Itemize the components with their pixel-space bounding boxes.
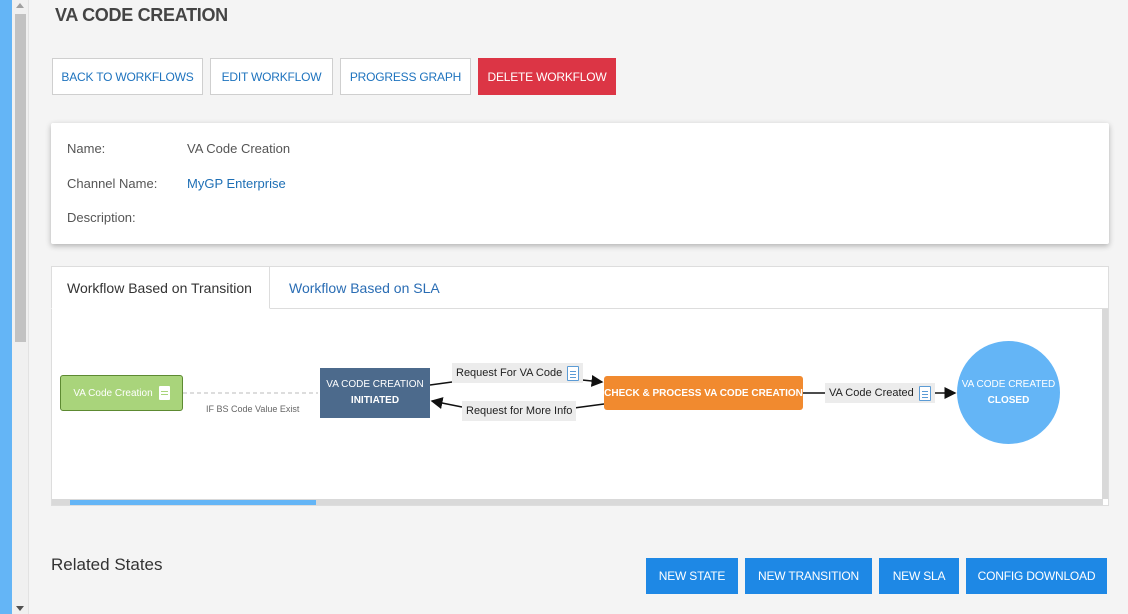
workflow-diagram-canvas[interactable]: VA Code Creation IF BS Code Value Exist … bbox=[52, 309, 1103, 499]
description-label: Description: bbox=[67, 210, 136, 225]
node-closed-title: VA CODE CREATED bbox=[961, 378, 1056, 390]
diagram-scroll-thumb[interactable] bbox=[70, 500, 316, 505]
node-initiated[interactable]: VA CODE CREATION INITIATED bbox=[320, 368, 430, 418]
node-closed[interactable]: VA CODE CREATED CLOSED bbox=[957, 341, 1060, 444]
related-states-title: Related States bbox=[51, 555, 163, 574]
edge-request-text: Request For VA Code bbox=[456, 367, 563, 379]
edge-condition-label: IF BS Code Value Exist bbox=[206, 404, 300, 414]
name-value: VA Code Creation bbox=[187, 141, 291, 156]
document-icon bbox=[158, 386, 170, 400]
diagram-vertical-scrollbar[interactable] bbox=[1102, 309, 1108, 499]
tab-workflow-sla[interactable]: Workflow Based on SLA bbox=[274, 266, 455, 309]
workflow-tabs-panel: Workflow Based on Transition Workflow Ba… bbox=[51, 266, 1109, 506]
node-start-label: VA Code Creation bbox=[73, 387, 153, 399]
edge-request-left bbox=[429, 381, 453, 386]
back-to-workflows-button[interactable]: BACK TO WORKFLOWS bbox=[52, 58, 203, 95]
edge-label-created[interactable]: VA Code Created bbox=[825, 383, 935, 403]
new-state-button[interactable]: NEW STATE bbox=[646, 558, 738, 594]
page-title: VA CODE CREATION bbox=[55, 5, 228, 25]
scroll-down-icon[interactable] bbox=[16, 606, 24, 611]
edge-label-request[interactable]: Request For VA Code bbox=[452, 363, 584, 383]
config-download-button[interactable]: CONFIG DOWNLOAD bbox=[966, 558, 1107, 594]
edge-request-right bbox=[581, 374, 604, 387]
file-icon bbox=[567, 365, 580, 381]
tab-workflow-transition[interactable]: Workflow Based on Transition bbox=[51, 266, 270, 309]
workflow-info-card: Name: VA Code Creation Channel Name: MyG… bbox=[51, 123, 1109, 244]
node-initiated-title: VA CODE CREATION bbox=[326, 379, 424, 390]
edge-more-info-text: Request for More Info bbox=[466, 405, 573, 417]
node-initiated-status: INITIATED bbox=[350, 395, 400, 406]
delete-workflow-button[interactable]: DELETE WORKFLOW bbox=[478, 58, 616, 95]
page-scrollbar[interactable] bbox=[12, 0, 29, 614]
edge-moreinfo-left bbox=[430, 397, 463, 409]
name-label: Name: bbox=[67, 141, 106, 156]
left-accent-strip bbox=[0, 0, 12, 614]
file-icon bbox=[918, 385, 931, 401]
node-va-code-creation[interactable]: VA Code Creation bbox=[60, 375, 183, 411]
node-closed-status: CLOSED bbox=[987, 394, 1030, 406]
edit-workflow-button[interactable]: EDIT WORKFLOW bbox=[210, 58, 333, 95]
scroll-thumb[interactable] bbox=[15, 14, 26, 342]
progress-graph-button[interactable]: PROGRESS GRAPH bbox=[340, 58, 471, 95]
edge-label-more-info[interactable]: Request for More Info bbox=[462, 401, 577, 421]
node-check-process[interactable]: CHECK & PROCESS VA CODE CREATION bbox=[604, 376, 803, 410]
new-sla-button[interactable]: NEW SLA bbox=[879, 558, 959, 594]
edge-created-text: VA Code Created bbox=[829, 387, 914, 399]
scroll-up-icon[interactable] bbox=[16, 3, 24, 8]
channel-name-label: Channel Name: bbox=[67, 176, 158, 191]
edge-moreinfo-right bbox=[573, 403, 605, 409]
channel-name-link[interactable]: MyGP Enterprise bbox=[187, 176, 286, 191]
new-transition-button[interactable]: NEW TRANSITION bbox=[745, 558, 872, 594]
